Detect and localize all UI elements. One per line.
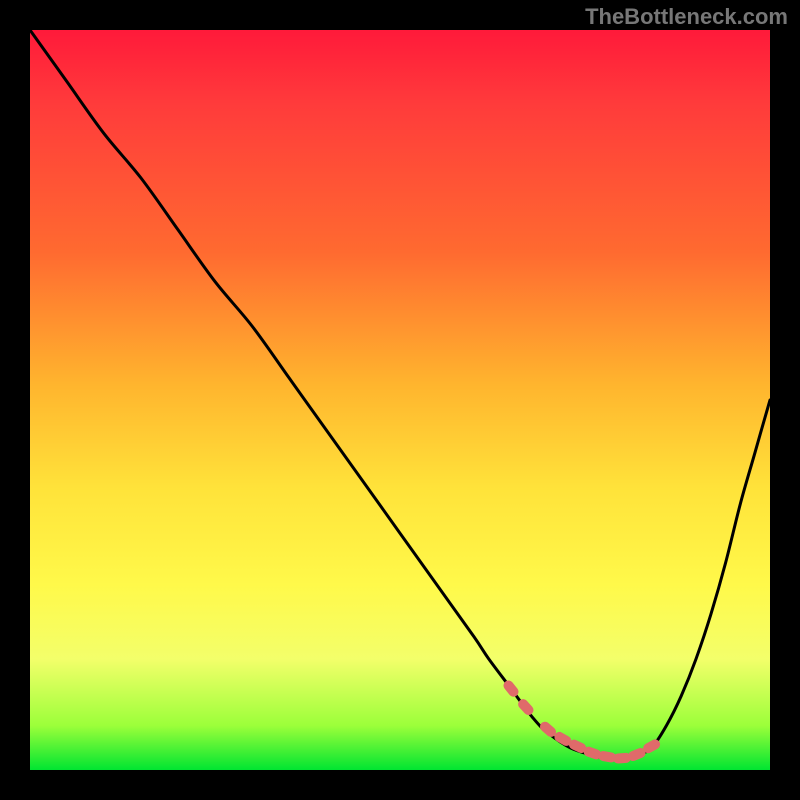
plot-area [30, 30, 770, 770]
curve-markers [501, 678, 661, 763]
watermark-text: TheBottleneck.com [585, 4, 788, 30]
chart-container: TheBottleneck.com [0, 0, 800, 800]
bottleneck-curve [30, 30, 770, 759]
chart-svg [30, 30, 770, 770]
